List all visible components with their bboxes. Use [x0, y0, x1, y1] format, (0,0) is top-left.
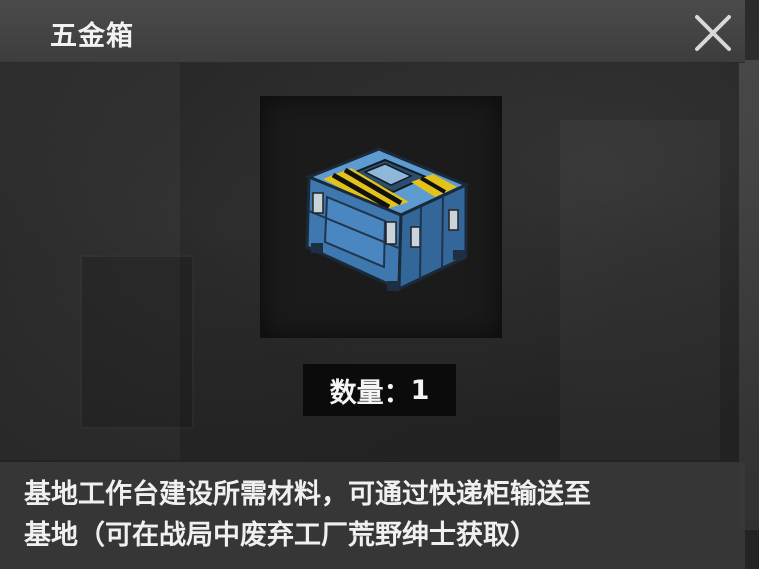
toolbox-icon	[305, 147, 470, 292]
description-panel: 基地工作台建设所需材料，可通过快递柜输送至 基地（可在战局中废弃工厂荒野绅士获取…	[0, 462, 745, 569]
background-wall-right	[560, 120, 720, 460]
dialog-header: 五金箱	[0, 0, 745, 63]
item-description: 基地工作台建设所需材料，可通过快递柜输送至 基地（可在战局中废弃工厂荒野绅士获取…	[24, 474, 724, 556]
close-button[interactable]	[692, 12, 734, 54]
description-line-1: 基地工作台建设所需材料，可通过快递柜输送至	[24, 479, 591, 510]
item-detail-dialog: 五金箱 数量： 1 基地工作台建设所需材料，可通过快递柜输送至 基地（可在战局中…	[0, 0, 759, 569]
dialog-title: 五金箱	[50, 21, 134, 52]
close-icon	[695, 15, 731, 51]
item-image-frame	[260, 96, 502, 338]
background-edge	[739, 60, 759, 530]
quantity-value: 1	[410, 374, 430, 406]
background-door	[80, 255, 194, 429]
quantity-label: 数量：	[329, 377, 411, 409]
description-line-2: 基地（可在战局中废弃工厂荒野绅士获取）	[24, 520, 537, 551]
quantity-badge: 数量： 1	[303, 364, 456, 416]
